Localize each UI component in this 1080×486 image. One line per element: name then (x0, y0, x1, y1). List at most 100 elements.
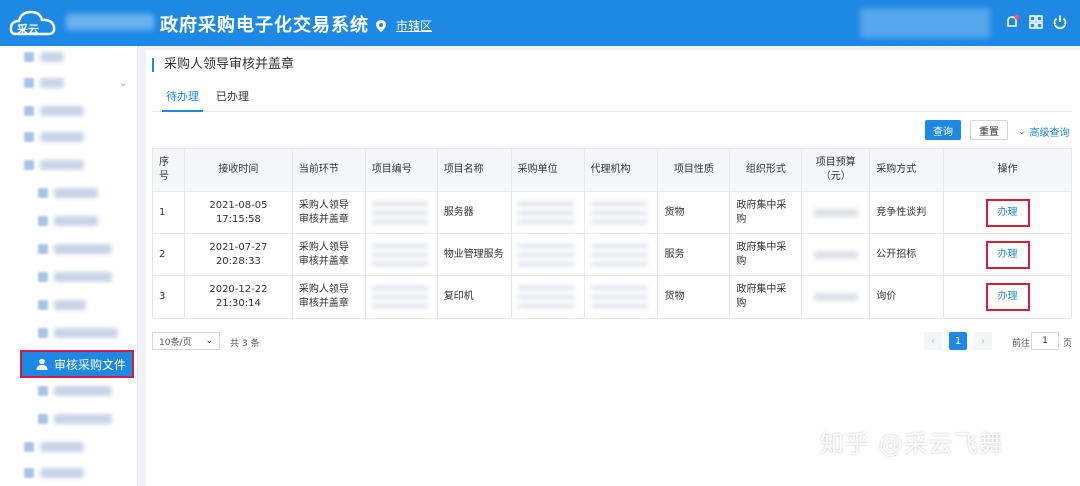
col-header: 项目预算 （元） (802, 149, 871, 191)
col-header: 当前环节 (293, 149, 366, 191)
cell-project-code (366, 276, 438, 318)
page-size-select[interactable]: 10条/页 ⌄ (152, 332, 220, 350)
blurred-header-text (66, 14, 154, 30)
sidebar-blurred-item[interactable] (54, 386, 112, 396)
col-header: 代理机构 (585, 149, 659, 191)
goto-unit-label: 页 (1063, 339, 1073, 349)
sidebar-blur-icon (24, 132, 34, 142)
col-header: 采购单位 (512, 149, 585, 191)
blurred-value (813, 208, 858, 217)
cell-budget (802, 234, 871, 275)
advanced-search-label: 高级查询 (1029, 128, 1070, 139)
sidebar-blur-icon (38, 300, 48, 310)
page-title: 采购人领导审核并盖章 (152, 58, 294, 72)
sidebar-blur-icon (38, 386, 48, 396)
task-table: 序号 接收时间 当前环节 项目编号 项目名称 采购单位 代理机构 项目性质 组织… (152, 148, 1072, 319)
power-icon[interactable] (1052, 14, 1068, 30)
sidebar-blurred-item[interactable] (40, 132, 84, 142)
table-row: 2 2021-07-27 20:28:33 采购人领导审核并盖章 物业管理服务 … (153, 234, 1071, 276)
grid-icon[interactable] (1028, 14, 1044, 30)
cell-method: 询价 (870, 276, 945, 318)
sidebar-blur-icon (24, 442, 34, 452)
handle-link[interactable]: 办理 (985, 283, 1030, 311)
chevron-down-icon: ⌄ (205, 336, 213, 346)
cell-budget (802, 276, 871, 318)
cell-nature: 货物 (658, 192, 731, 233)
reset-button[interactable]: 重置 (970, 120, 1008, 140)
cell-time: 2021-08-05 17:15:58 (185, 192, 293, 233)
tab-done[interactable]: 已办理 (216, 90, 249, 112)
cell-project-name: 复印机 (438, 276, 512, 318)
advanced-search-toggle[interactable]: ⌄ 高级查询 (1018, 124, 1070, 140)
cell-nature: 服务 (658, 234, 731, 275)
blurred-value (813, 250, 858, 259)
blurred-value (813, 293, 858, 301)
blurred-value (590, 243, 647, 266)
chevron-down-icon[interactable]: ⌄ (119, 78, 127, 89)
cell-project-code (366, 234, 438, 275)
cell-form: 政府集中采购 (730, 276, 803, 318)
goto-label: 前往 (1012, 339, 1031, 349)
blurred-value (590, 201, 647, 224)
cell-budget (802, 192, 871, 233)
sidebar-blur-icon (38, 272, 48, 282)
cell-no: 2 (153, 234, 185, 275)
table-header-row: 序号 接收时间 当前环节 项目编号 项目名称 采购单位 代理机构 项目性质 组织… (153, 149, 1071, 192)
sidebar-blur-icon (24, 106, 34, 116)
prev-page-button[interactable]: ‹ (924, 332, 942, 350)
handle-link[interactable]: 办理 (985, 240, 1030, 269)
page-size-value: 10条/页 (159, 337, 192, 348)
sidebar-blurred-item[interactable] (40, 442, 84, 452)
handle-link[interactable]: 办理 (985, 198, 1030, 227)
tab-bar: 待办理 已办理 (152, 90, 1072, 112)
sidebar-blur-icon (38, 188, 48, 198)
goto-page-input[interactable]: 1 (1031, 332, 1059, 350)
col-header: 接收时间 (185, 149, 293, 191)
table-row: 3 2020-12-22 21:30:14 采购人领导审核并盖章 复印机 货物 … (153, 276, 1071, 318)
sidebar: ⌄ 审核采购文件 (0, 46, 138, 486)
col-header: 序号 (153, 149, 185, 191)
tab-pending[interactable]: 待办理 (162, 90, 203, 112)
cell-method: 竞争性谈判 (870, 192, 945, 233)
cell-agency (585, 192, 659, 233)
sidebar-blurred-item[interactable] (40, 468, 84, 478)
blurred-value (517, 286, 574, 308)
total-count: 共 3 条 (230, 339, 260, 349)
table-row: 1 2021-08-05 17:15:58 采购人领导审核并盖章 服务器 货物 … (153, 192, 1071, 234)
region-selector[interactable]: 市辖区 (376, 17, 432, 34)
watermark: 知乎 @采云飞舞 (820, 430, 1004, 458)
sidebar-blur-icon (24, 160, 34, 170)
cell-method: 公开招标 (870, 234, 945, 275)
sidebar-blurred-item[interactable] (54, 272, 112, 282)
sidebar-blurred-item[interactable] (40, 160, 84, 170)
query-button[interactable]: 查询 (925, 120, 961, 140)
sidebar-blurred-item[interactable] (54, 244, 112, 254)
sidebar-blurred-item[interactable] (40, 106, 84, 116)
notification-icon[interactable] (1004, 14, 1020, 30)
next-page-button[interactable]: › (974, 332, 992, 350)
cell-purchaser (512, 276, 585, 318)
cell-project-name: 物业管理服务 (438, 234, 512, 275)
sidebar-blurred-item[interactable] (54, 328, 118, 338)
sidebar-blur-icon (24, 78, 34, 88)
sidebar-blurred-item[interactable] (54, 414, 112, 424)
cell-time: 2021-07-27 20:28:33 (185, 234, 293, 275)
sidebar-blurred-item[interactable] (54, 300, 86, 310)
sidebar-blurred-item[interactable] (40, 52, 64, 62)
sidebar-blurred-item[interactable] (54, 216, 98, 226)
blurred-value (371, 243, 428, 266)
col-header: 项目编号 (366, 149, 438, 191)
sidebar-blurred-item[interactable] (54, 188, 98, 198)
region-label: 市辖区 (396, 19, 433, 33)
cell-action: 办理 (944, 234, 1071, 275)
top-bar: 采云 政府采购电子化交易系统 市辖区 (0, 0, 1080, 46)
cell-purchaser (512, 234, 585, 275)
page-number-current[interactable]: 1 (949, 332, 967, 350)
blurred-value (590, 286, 647, 308)
cell-project-code (366, 192, 438, 233)
cell-agency (585, 234, 659, 275)
sidebar-blur-icon (24, 52, 34, 62)
cell-step: 采购人领导审核并盖章 (293, 192, 366, 233)
sidebar-item-review-procurement-docs[interactable]: 审核采购文件 (20, 350, 134, 378)
sidebar-blurred-item[interactable] (40, 78, 64, 88)
